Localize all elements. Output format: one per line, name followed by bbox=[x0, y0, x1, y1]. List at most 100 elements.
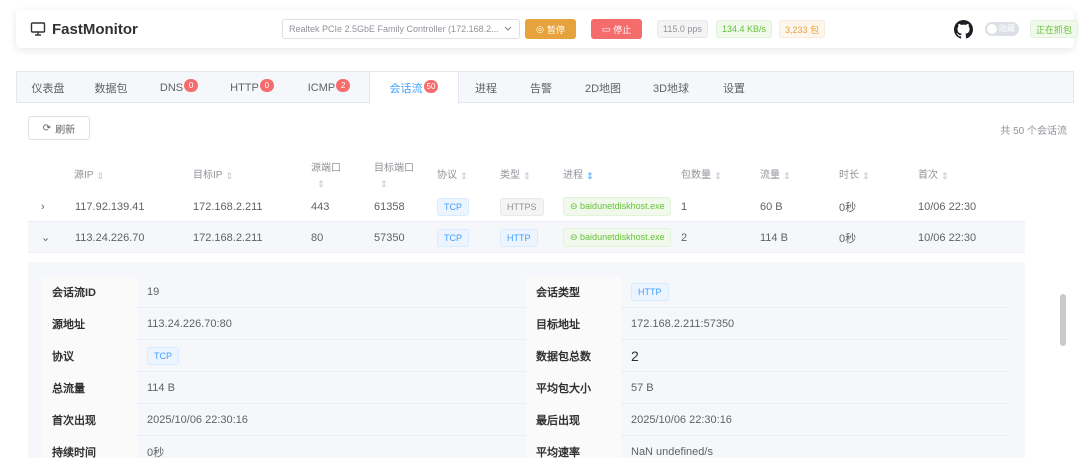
cell-dst-ip: 172.168.2.211 bbox=[193, 200, 263, 213]
stop-button[interactable]: ▭ 停止 bbox=[591, 19, 642, 39]
detail-row: 会话流ID 19 会话类型 HTTP bbox=[42, 276, 1010, 308]
total-sessions-count: 共 50 个会话流 bbox=[1000, 126, 1067, 137]
main-tabs: 仪表盘 数据包 DNS 0 HTTP 0 ICMP 2 会话流 50 进程 告警 2D地… bbox=[16, 71, 1074, 104]
tab-alerts[interactable]: 告警 bbox=[513, 72, 569, 103]
tab-processes[interactable]: 进程 bbox=[459, 72, 513, 103]
refresh-button[interactable]: ⟳ 刷新 bbox=[28, 116, 90, 140]
detail-row: 总流量 114 B 平均包大小 57 B bbox=[42, 372, 1010, 404]
column-header-bytes[interactable]: 流量 ⇕ bbox=[760, 156, 791, 196]
column-header-duration[interactable]: 时长 ⇕ bbox=[839, 156, 870, 196]
tab-badge: 50 bbox=[423, 79, 439, 93]
link-icon: ⊖ bbox=[570, 232, 581, 242]
cell-src-ip: 113.24.226.70 bbox=[75, 231, 145, 244]
detail-value-bytes: 114 B bbox=[147, 382, 175, 394]
sort-icon: ⇕ bbox=[225, 170, 233, 181]
column-header-first-seen[interactable]: 首次 ⇕ bbox=[918, 156, 949, 196]
tab-label: 告警 bbox=[530, 82, 552, 95]
protocol-tag: TCP bbox=[437, 197, 469, 216]
detail-value-packets: 2 bbox=[631, 348, 639, 364]
app-header: FastMonitor Realtek PCIe 2.5GbE Family C… bbox=[16, 10, 1078, 48]
cell-src-ip: 117.92.139.41 bbox=[75, 200, 145, 213]
table-row[interactable]: ⌄ 113.24.226.70 172.168.2.211 80 57350 T… bbox=[28, 222, 1025, 253]
sort-icon: ⇕ bbox=[96, 170, 104, 181]
collapse-icon[interactable]: ⌄ bbox=[41, 222, 50, 253]
tab-badge: 2 bbox=[336, 79, 351, 92]
tab-badge: 0 bbox=[259, 79, 274, 92]
column-header-packets[interactable]: 包数量 ⇕ bbox=[681, 156, 722, 196]
column-header-label: 流量 bbox=[760, 170, 780, 181]
rate-badge: 134.4 KB/s bbox=[716, 20, 773, 38]
stop-icon: ▭ bbox=[601, 23, 611, 34]
sort-icon: ⇕ bbox=[523, 170, 531, 181]
detail-label: 目标地址 bbox=[526, 308, 621, 340]
tab-sessions[interactable]: 会话流 50 bbox=[369, 72, 459, 104]
process-tag-label: baidunetdiskhost.exe bbox=[580, 232, 665, 242]
sort-icon: ⇕ bbox=[783, 170, 791, 181]
sort-icon: ⇕ bbox=[317, 178, 325, 189]
packet-count-badge: 3,233 包 bbox=[779, 20, 826, 38]
cell-first-seen: 10/06 22:30 bbox=[918, 200, 977, 213]
column-header-dst-ip[interactable]: 目标IP ⇕ bbox=[193, 156, 233, 196]
detail-label: 会话流ID bbox=[42, 276, 137, 308]
scrollbar-thumb[interactable] bbox=[1060, 294, 1066, 346]
expand-icon[interactable]: › bbox=[41, 191, 45, 222]
detail-value-protocol: TCP bbox=[147, 347, 179, 365]
interface-select-value: Realtek PCIe 2.5GbE Family Controller (1… bbox=[289, 24, 499, 34]
app-title: FastMonitor bbox=[52, 20, 138, 38]
tab-icmp[interactable]: ICMP 2 bbox=[289, 72, 369, 103]
column-header-dst-port[interactable]: 目标端口 ⇕ bbox=[374, 156, 422, 196]
type-tag: HTTPS bbox=[500, 197, 544, 216]
tab-dns[interactable]: DNS 0 bbox=[143, 72, 215, 103]
detail-value-duration: 0秒 bbox=[147, 447, 165, 458]
detail-value-avg-rate: NaN undefined/s bbox=[631, 446, 713, 458]
column-header-label: 类型 bbox=[500, 170, 520, 181]
theme-toggle[interactable]: 隐藏 bbox=[985, 22, 1019, 36]
tab-label: 数据包 bbox=[94, 82, 128, 95]
github-icon[interactable] bbox=[954, 20, 973, 39]
table-row[interactable]: › 117.92.139.41 172.168.2.211 443 61358 … bbox=[28, 191, 1025, 222]
tab-dashboard[interactable]: 仪表盘 bbox=[17, 72, 79, 103]
detail-value-flow-id: 19 bbox=[147, 286, 160, 298]
tab-label: 进程 bbox=[475, 82, 497, 95]
column-header-process[interactable]: 进程 ⇕ bbox=[563, 156, 594, 196]
cell-src-port: 80 bbox=[311, 231, 324, 244]
tab-label: 3D地球 bbox=[652, 82, 690, 95]
tab-label: 设置 bbox=[723, 82, 745, 95]
column-header-label: 源IP bbox=[74, 170, 94, 181]
column-header-src-ip[interactable]: 源IP ⇕ bbox=[74, 156, 104, 196]
detail-value-flow-type: HTTP bbox=[631, 283, 669, 301]
refresh-button-label: 刷新 bbox=[55, 124, 76, 136]
tab-label: 会话流 bbox=[389, 83, 423, 95]
detail-label: 首次出现 bbox=[42, 404, 137, 436]
chevron-down-icon bbox=[504, 26, 512, 31]
tab-packets[interactable]: 数据包 bbox=[79, 72, 143, 103]
tab-3d-globe[interactable]: 3D地球 bbox=[637, 72, 705, 103]
column-header-protocol[interactable]: 协议 ⇕ bbox=[437, 156, 468, 196]
link-icon: ⊖ bbox=[570, 201, 581, 211]
column-header-label: 包数量 bbox=[681, 170, 711, 181]
tab-http[interactable]: HTTP 0 bbox=[215, 72, 289, 103]
tab-label: 2D地图 bbox=[584, 82, 622, 95]
column-header-label: 源端口 bbox=[311, 162, 341, 174]
tab-2d-map[interactable]: 2D地图 bbox=[569, 72, 637, 103]
cell-dst-port: 61358 bbox=[374, 200, 405, 213]
process-tag-label: baidunetdiskhost.exe bbox=[580, 201, 665, 211]
detail-row: 协议 TCP 数据包总数 2 bbox=[42, 340, 1010, 372]
tab-label: HTTP bbox=[230, 81, 259, 94]
column-header-type[interactable]: 类型 ⇕ bbox=[500, 156, 531, 196]
tab-settings[interactable]: 设置 bbox=[705, 72, 763, 103]
detail-label: 会话类型 bbox=[526, 276, 621, 308]
interface-select[interactable]: Realtek PCIe 2.5GbE Family Controller (1… bbox=[282, 19, 520, 39]
detail-value-first-seen: 2025/10/06 22:30:16 bbox=[147, 414, 248, 426]
detail-value-src-addr: 113.24.226.70:80 bbox=[147, 318, 232, 330]
cell-duration: 0秒 bbox=[839, 232, 857, 245]
pause-button[interactable]: ◎ 暂停 bbox=[525, 19, 576, 39]
column-header-label: 目标端口 bbox=[374, 162, 414, 174]
detail-row: 持续时间 0秒 平均速率 NaN undefined/s bbox=[42, 436, 1010, 458]
tab-label: DNS bbox=[159, 81, 184, 94]
pause-button-label: 暂停 bbox=[546, 24, 565, 35]
column-header-src-port[interactable]: 源端口 ⇕ bbox=[311, 156, 351, 196]
sort-icon: ⇕ bbox=[380, 178, 388, 189]
column-header-label: 首次 bbox=[918, 170, 938, 181]
column-header-label: 进程 bbox=[563, 170, 583, 181]
